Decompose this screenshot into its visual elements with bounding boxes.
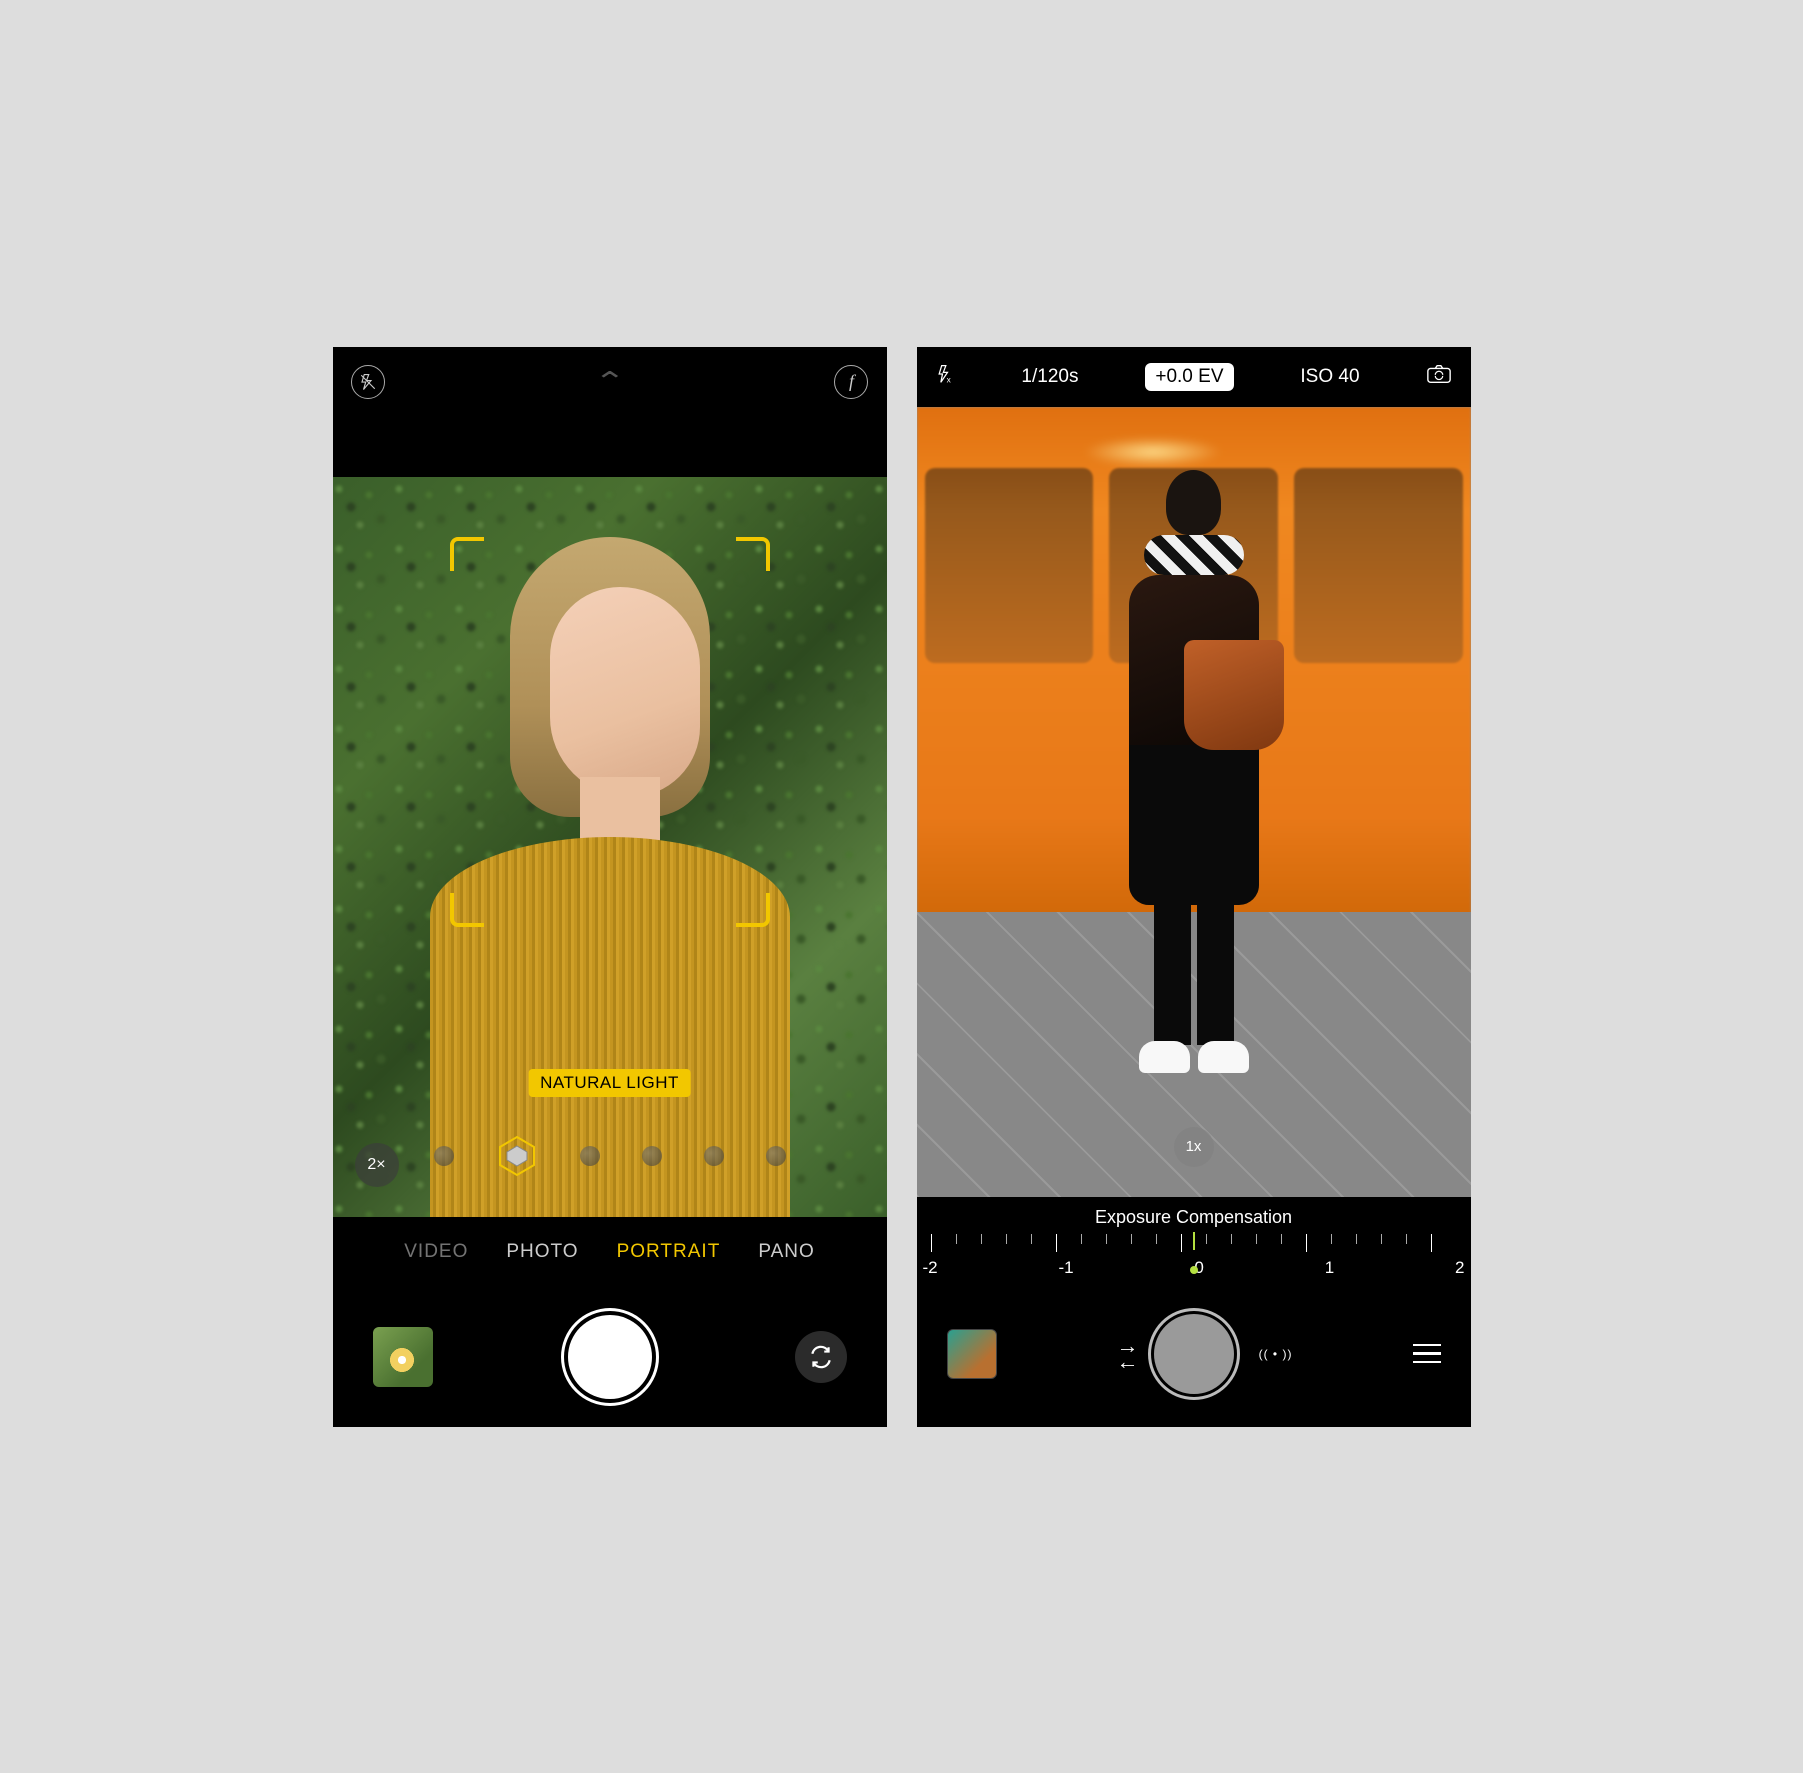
bottom-toolbar (333, 1287, 887, 1427)
top-toolbar: ⌃ f (333, 347, 887, 417)
mode-photo[interactable]: PHOTO (506, 1241, 578, 1263)
top-toolbar: x 1/120s +0.0 EV ISO 40 (917, 347, 1471, 407)
lighting-option-dot[interactable] (704, 1146, 724, 1166)
lighting-mode-selector[interactable] (333, 1135, 887, 1177)
scale-num: -2 (923, 1258, 938, 1278)
mode-portrait[interactable]: PORTRAIT (617, 1241, 721, 1263)
anti-shake-icon[interactable]: (( • )) (1259, 1347, 1293, 1361)
exposure-compensation-title: Exposure Compensation (917, 1197, 1471, 1234)
portrait-subject (430, 507, 790, 1207)
mode-pano[interactable]: PANO (758, 1241, 814, 1263)
zoom-button[interactable]: 1x (1174, 1127, 1214, 1167)
lighting-option-dot[interactable] (580, 1146, 600, 1166)
svg-text:x: x (946, 374, 951, 384)
chevron-up-icon[interactable]: ⌃ (593, 366, 626, 397)
ios-camera-app: ⌃ f NATURAL LIGHT (333, 347, 887, 1427)
flash-off-icon[interactable]: x (935, 364, 955, 390)
iso-label[interactable]: ISO 40 (1300, 366, 1359, 388)
lighting-option-dot[interactable] (642, 1146, 662, 1166)
gallery-thumbnail[interactable] (373, 1327, 433, 1387)
switch-camera-icon[interactable] (1426, 363, 1452, 391)
scale-num: 2 (1455, 1258, 1464, 1278)
lighting-option-active[interactable] (496, 1135, 538, 1177)
viewfinder[interactable]: 1x (917, 407, 1471, 1197)
mode-selector[interactable]: VIDEO PHOTO PORTRAIT PANO (333, 1217, 887, 1287)
spacer (333, 417, 887, 477)
menu-icon[interactable] (1413, 1344, 1441, 1364)
lighting-mode-badge: NATURAL LIGHT (528, 1069, 691, 1097)
pro-camera-app: x 1/120s +0.0 EV ISO 40 (917, 347, 1471, 1427)
flash-off-icon[interactable] (351, 365, 385, 399)
gallery-thumbnail[interactable] (947, 1329, 997, 1379)
scale-active-marker (1193, 1232, 1195, 1250)
bottom-toolbar: →← (( • )) (917, 1294, 1471, 1414)
shutter-button[interactable] (568, 1315, 652, 1399)
subject-person (1114, 470, 1274, 1070)
shutter-speed-label[interactable]: 1/120s (1021, 366, 1078, 388)
lighting-option-dot[interactable] (766, 1146, 786, 1166)
aperture-icon[interactable]: f (834, 365, 868, 399)
mode-video[interactable]: VIDEO (404, 1241, 468, 1263)
switch-camera-icon[interactable] (795, 1331, 847, 1383)
ev-pill[interactable]: +0.0 EV (1145, 363, 1233, 391)
zoom-button[interactable]: 2× (355, 1143, 399, 1187)
scale-num: -1 (1058, 1258, 1073, 1278)
transfer-arrows-icon[interactable]: →← (1117, 1338, 1139, 1369)
viewfinder[interactable]: NATURAL LIGHT 2× (333, 477, 887, 1217)
scale-num: 1 (1325, 1258, 1334, 1278)
lighting-option-dot[interactable] (434, 1146, 454, 1166)
exposure-scale[interactable]: -2 -1 0 1 2 (917, 1234, 1471, 1294)
shutter-button[interactable] (1154, 1314, 1234, 1394)
